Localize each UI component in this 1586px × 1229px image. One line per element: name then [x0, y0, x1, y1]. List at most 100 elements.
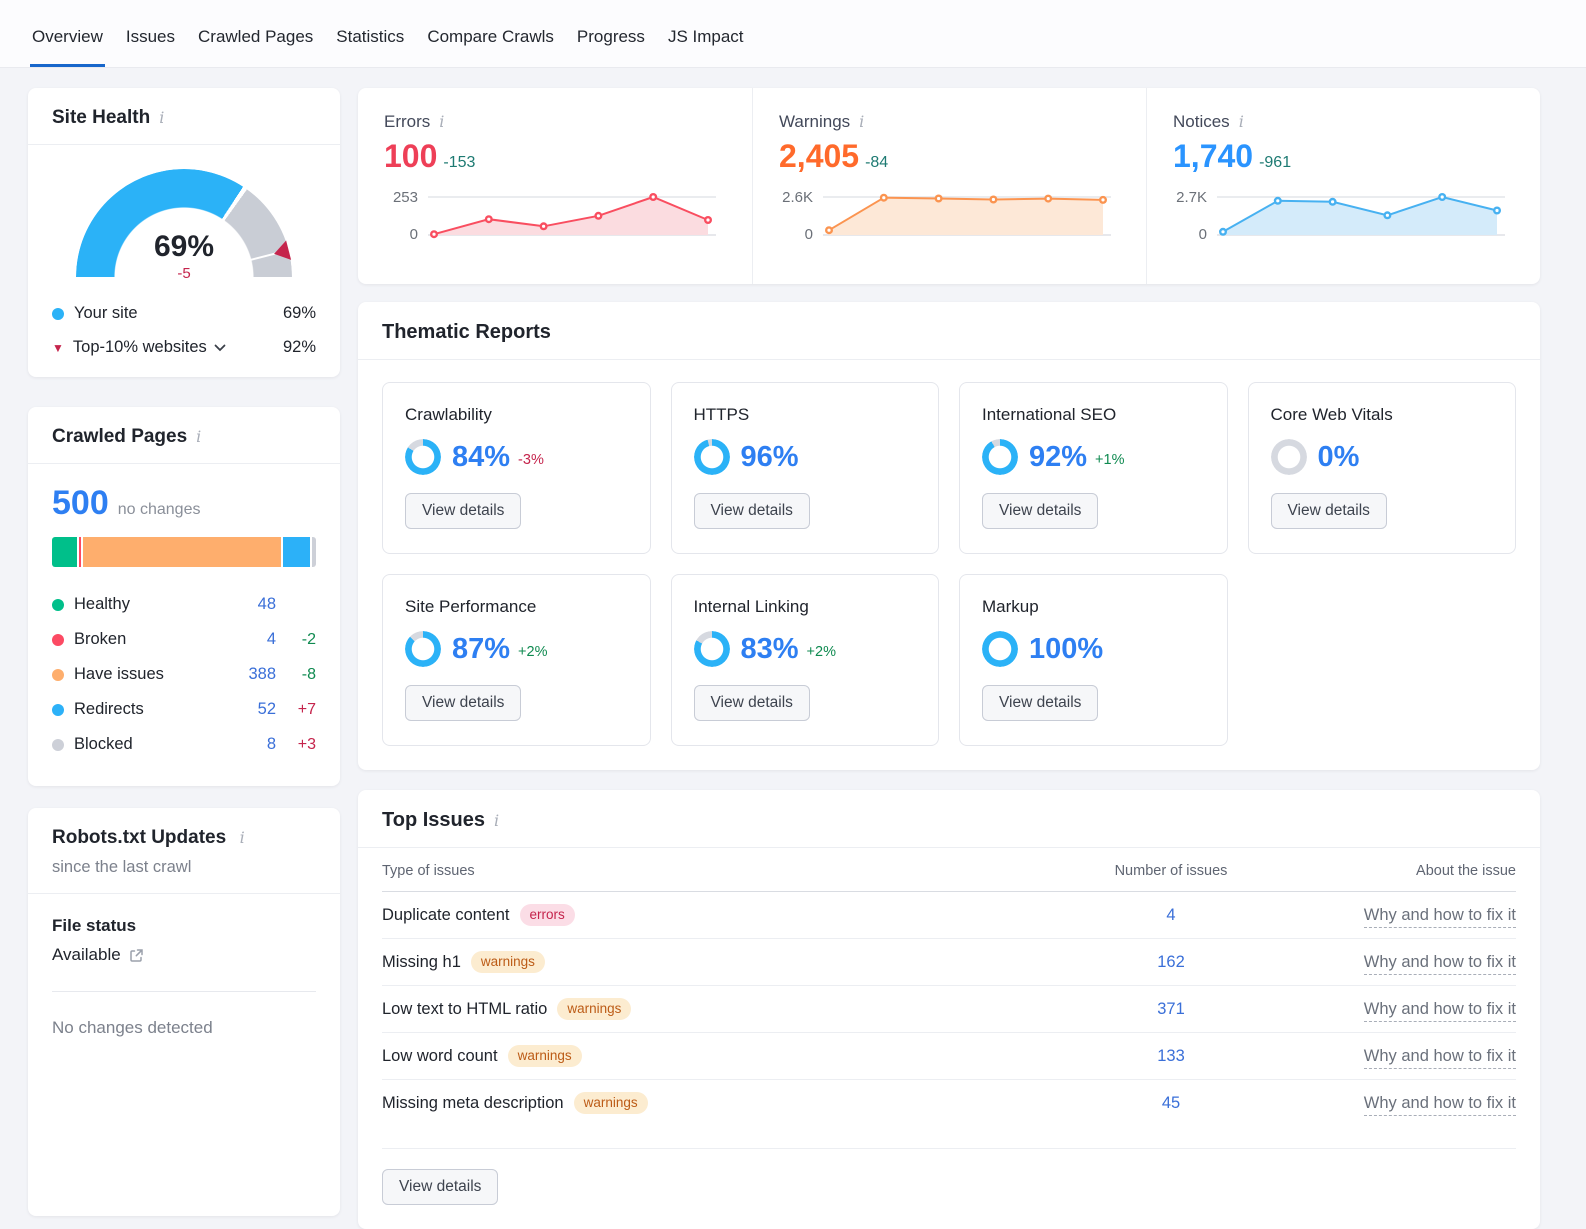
info-icon[interactable]: i: [240, 828, 245, 847]
tab-issues[interactable]: Issues: [124, 27, 177, 67]
info-icon[interactable]: i: [196, 429, 201, 445]
notices-value[interactable]: 1,740: [1173, 138, 1253, 175]
chevron-down-icon[interactable]: [214, 338, 226, 357]
table-row: Low text to HTML ratiowarnings 371 Why a…: [382, 986, 1516, 1033]
notices-sparkline: [1217, 185, 1505, 243]
errors-sparkline: [428, 185, 716, 243]
why-how-to-fix-link[interactable]: Why and how to fix it: [1364, 906, 1516, 928]
tab-js-impact[interactable]: JS Impact: [666, 27, 746, 67]
view-details-button[interactable]: View details: [982, 685, 1098, 721]
table-row: Missing meta descriptionwarnings 45 Why …: [382, 1080, 1516, 1126]
top10-triangle-icon: ▼: [52, 341, 64, 355]
metric-warnings: Warningsi 2,405 -84 2.6K0: [752, 88, 1146, 284]
why-how-to-fix-link[interactable]: Why and how to fix it: [1364, 953, 1516, 975]
info-icon[interactable]: i: [859, 114, 864, 130]
crawled-pages-total: 500: [52, 484, 109, 523]
status-badge: warnings: [508, 1045, 582, 1067]
view-details-button[interactable]: View details: [1271, 493, 1387, 529]
thematic-card-core-web-vitals: Core Web Vitals 0% View details: [1248, 382, 1517, 554]
view-details-button[interactable]: View details: [982, 493, 1098, 529]
errors-delta: -153: [443, 154, 475, 172]
tabs-nav: Overview Issues Crawled Pages Statistics…: [30, 27, 746, 67]
progress-ring-icon: [405, 631, 441, 667]
have-issues-dot-icon: [52, 669, 64, 681]
notices-delta: -961: [1259, 154, 1291, 172]
issue-count-link[interactable]: 4: [1166, 906, 1175, 924]
redirects-dot-icon: [52, 704, 64, 716]
bar-segment-have-issues: [83, 537, 282, 567]
progress-ring-icon: [982, 631, 1018, 667]
bar-segment-blocked: [312, 537, 316, 567]
status-badge: warnings: [574, 1092, 648, 1114]
crawled-pages-stacked-bar: [52, 537, 316, 567]
tab-crawled-pages[interactable]: Crawled Pages: [196, 27, 315, 67]
divider: [52, 991, 316, 992]
blocked-count[interactable]: 8: [224, 735, 276, 754]
view-details-button[interactable]: View details: [382, 1169, 498, 1205]
col-about-the-issue: About the issue: [1276, 863, 1516, 879]
external-link-icon[interactable]: [129, 948, 144, 963]
top10-value: 92%: [283, 338, 316, 357]
legend-healthy: Healthy 48: [52, 587, 316, 622]
errors-label: Errors: [384, 112, 430, 132]
file-status-label: File status: [52, 916, 316, 936]
view-details-button[interactable]: View details: [405, 493, 521, 529]
table-row: Low word countwarnings 133 Why and how t…: [382, 1033, 1516, 1080]
issue-count-link[interactable]: 133: [1157, 1047, 1185, 1065]
site-health-score: 69%: [76, 230, 292, 264]
col-number-of-issues: Number of issues: [1066, 863, 1276, 879]
legend-top10-websites[interactable]: ▼ Top-10% websites 92%: [52, 338, 316, 357]
legend-broken: Broken 4 -2: [52, 622, 316, 657]
robots-note: No changes detected: [52, 1018, 316, 1038]
info-icon[interactable]: i: [439, 114, 444, 130]
legend-have-issues: Have issues 388 -8: [52, 657, 316, 692]
broken-count[interactable]: 4: [224, 630, 276, 649]
info-icon[interactable]: i: [1239, 114, 1244, 130]
healthy-count[interactable]: 48: [224, 595, 276, 614]
top-issues-table: Type of issues Number of issues About th…: [358, 848, 1540, 1148]
status-badge: warnings: [557, 998, 631, 1020]
thematic-card-https: HTTPS 96% View details: [671, 382, 940, 554]
your-site-label: Your site: [74, 304, 138, 323]
crawled-pages-legend: Healthy 48 Broken 4 -2 Have issues 388 -…: [52, 587, 316, 762]
table-row: Duplicate contenterrors 4 Why and how to…: [382, 892, 1516, 939]
why-how-to-fix-link[interactable]: Why and how to fix it: [1364, 1047, 1516, 1069]
info-icon[interactable]: i: [494, 813, 499, 829]
redirects-count[interactable]: 52: [224, 700, 276, 719]
tab-statistics[interactable]: Statistics: [334, 27, 406, 67]
issue-count-link[interactable]: 371: [1157, 1000, 1185, 1018]
view-details-button[interactable]: View details: [405, 685, 521, 721]
col-type-of-issues: Type of issues: [382, 863, 1066, 879]
metric-errors: Errorsi 100 -153 2530: [358, 88, 752, 284]
progress-ring-icon: [694, 631, 730, 667]
healthy-dot-icon: [52, 599, 64, 611]
have-issues-count[interactable]: 388: [224, 665, 276, 684]
errors-value[interactable]: 100: [384, 138, 437, 175]
legend-redirects: Redirects 52 +7: [52, 692, 316, 727]
thematic-card-markup: Markup 100% View details: [959, 574, 1228, 746]
tab-compare-crawls[interactable]: Compare Crawls: [425, 27, 556, 67]
top10-label: Top-10% websites: [73, 338, 207, 357]
bar-segment-broken: [79, 537, 81, 567]
progress-ring-icon: [982, 439, 1018, 475]
view-details-button[interactable]: View details: [694, 493, 810, 529]
top-issues-title: Top Issues: [382, 809, 485, 832]
thematic-card-international-seo: International SEO 92%+1% View details: [959, 382, 1228, 554]
legend-blocked: Blocked 8 +3: [52, 727, 316, 762]
warnings-value[interactable]: 2,405: [779, 138, 859, 175]
why-how-to-fix-link[interactable]: Why and how to fix it: [1364, 1094, 1516, 1116]
broken-dot-icon: [52, 634, 64, 646]
why-how-to-fix-link[interactable]: Why and how to fix it: [1364, 1000, 1516, 1022]
view-details-button[interactable]: View details: [694, 685, 810, 721]
site-health-title: Site Health: [52, 107, 150, 129]
info-icon[interactable]: i: [159, 110, 164, 126]
issue-count-link[interactable]: 45: [1162, 1094, 1180, 1112]
file-status-value: Available: [52, 945, 121, 965]
issue-count-link[interactable]: 162: [1157, 953, 1185, 971]
metric-notices: Noticesi 1,740 -961 2.7K0: [1146, 88, 1540, 284]
bar-segment-healthy: [52, 537, 77, 567]
site-health-gauge: 69% -5: [76, 169, 292, 282]
tab-progress[interactable]: Progress: [575, 27, 647, 67]
thematic-grid: Crawlability 84%-3% View details HTTPS 9…: [358, 360, 1540, 770]
tab-overview[interactable]: Overview: [30, 27, 105, 67]
